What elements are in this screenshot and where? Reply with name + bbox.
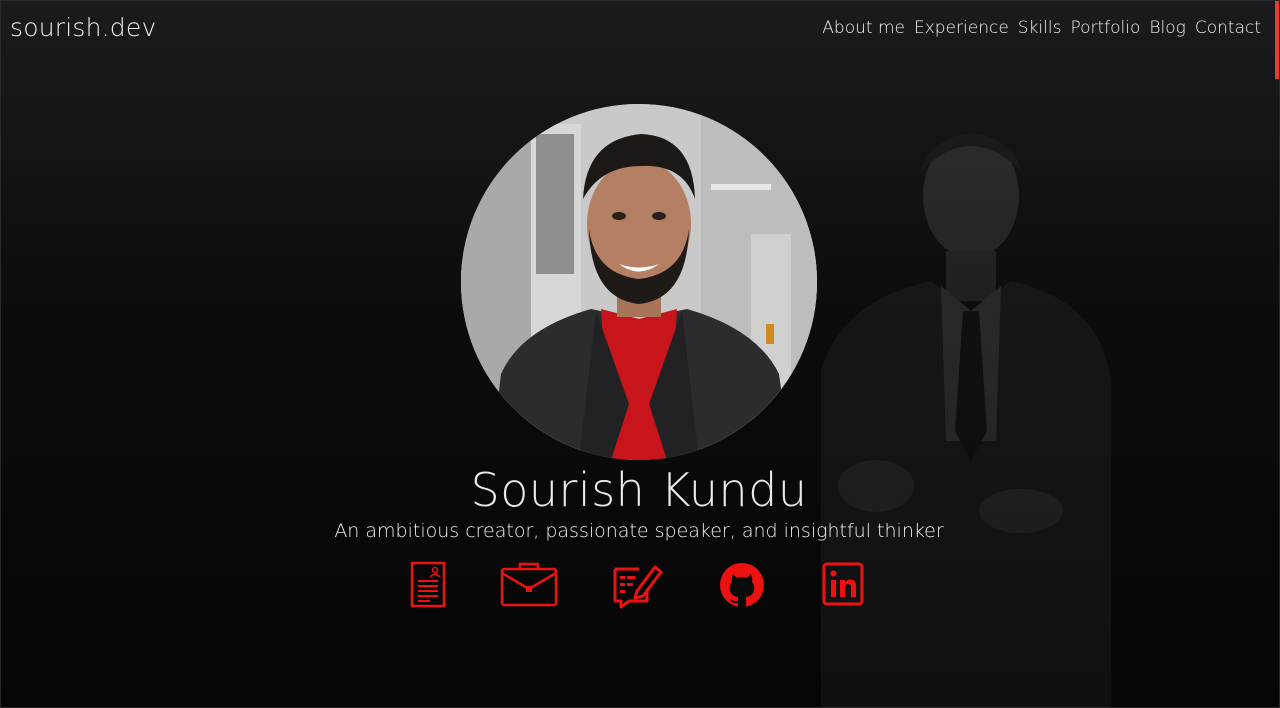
profile-avatar bbox=[461, 104, 817, 460]
nav-experience[interactable]: Experience bbox=[914, 18, 1009, 38]
briefcase-icon[interactable] bbox=[500, 561, 558, 609]
nav-blog[interactable]: Blog bbox=[1149, 18, 1185, 38]
nav-about-me[interactable]: About me bbox=[822, 18, 905, 38]
nav-portfolio[interactable]: Portfolio bbox=[1070, 18, 1140, 38]
linkedin-icon[interactable] bbox=[821, 561, 865, 609]
main-nav: About me Experience Skills Portfolio Blo… bbox=[822, 18, 1261, 38]
github-icon[interactable] bbox=[718, 561, 766, 609]
blog-icon[interactable] bbox=[611, 561, 663, 609]
hero-name: Sourish Kundu bbox=[470, 463, 808, 517]
scrollbar[interactable] bbox=[1275, 1, 1279, 79]
social-links bbox=[1, 561, 1279, 611]
hero-tagline: An ambitious creator, passionate speaker… bbox=[334, 520, 944, 542]
site-logo[interactable]: sourish.dev bbox=[10, 13, 156, 42]
background-speaker-image bbox=[821, 133, 1111, 707]
nav-contact[interactable]: Contact bbox=[1195, 18, 1261, 38]
nav-skills[interactable]: Skills bbox=[1018, 18, 1062, 38]
resume-icon[interactable] bbox=[409, 561, 447, 609]
page: sourish.dev About me Experience Skills P… bbox=[0, 0, 1280, 708]
